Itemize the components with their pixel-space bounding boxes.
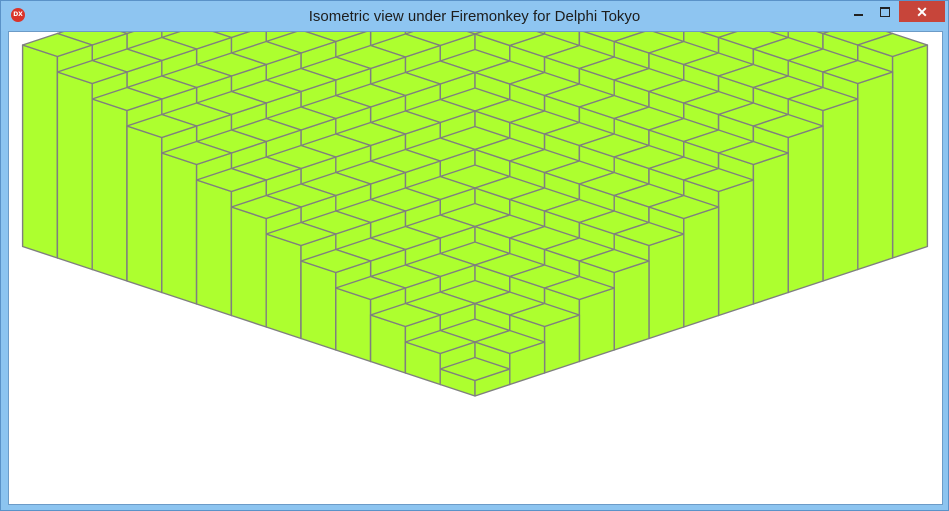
block-right-face: [613, 260, 650, 351]
title-bar[interactable]: DX Isometric view under Firemonkey for D…: [1, 1, 948, 31]
block-left-face: [21, 44, 59, 259]
block-right-face: [752, 152, 789, 305]
block-right-face: [648, 233, 685, 340]
minimize-icon: [854, 13, 863, 16]
block-right-face: [683, 206, 720, 328]
block-left-face: [56, 71, 93, 271]
block-right-face: [787, 125, 824, 294]
block-left-face: [265, 233, 302, 340]
form-client-area: [8, 31, 943, 505]
block-right-face: [578, 287, 615, 363]
block-left-face: [300, 260, 337, 351]
block-right-face: [857, 71, 894, 271]
block-left-face: [91, 98, 128, 282]
block-right-face: [717, 179, 755, 317]
block-left-face: [161, 152, 198, 305]
maximize-button[interactable]: [872, 1, 897, 22]
block-right-face: [891, 44, 929, 259]
block-left-face: [195, 179, 233, 317]
app-window: DX Isometric view under Firemonkey for D…: [0, 0, 949, 511]
block-left-face: [126, 125, 163, 294]
close-button[interactable]: ✕: [899, 1, 945, 22]
block-right-face: [822, 98, 859, 282]
block-left-face: [230, 206, 267, 328]
close-icon: ✕: [916, 3, 928, 20]
isometric-block-scene: [21, 32, 929, 397]
maximize-icon: [879, 6, 890, 17]
minimize-button[interactable]: [846, 1, 871, 22]
block-left-face: [335, 287, 372, 363]
window-title: Isometric view under Firemonkey for Delp…: [308, 8, 641, 25]
